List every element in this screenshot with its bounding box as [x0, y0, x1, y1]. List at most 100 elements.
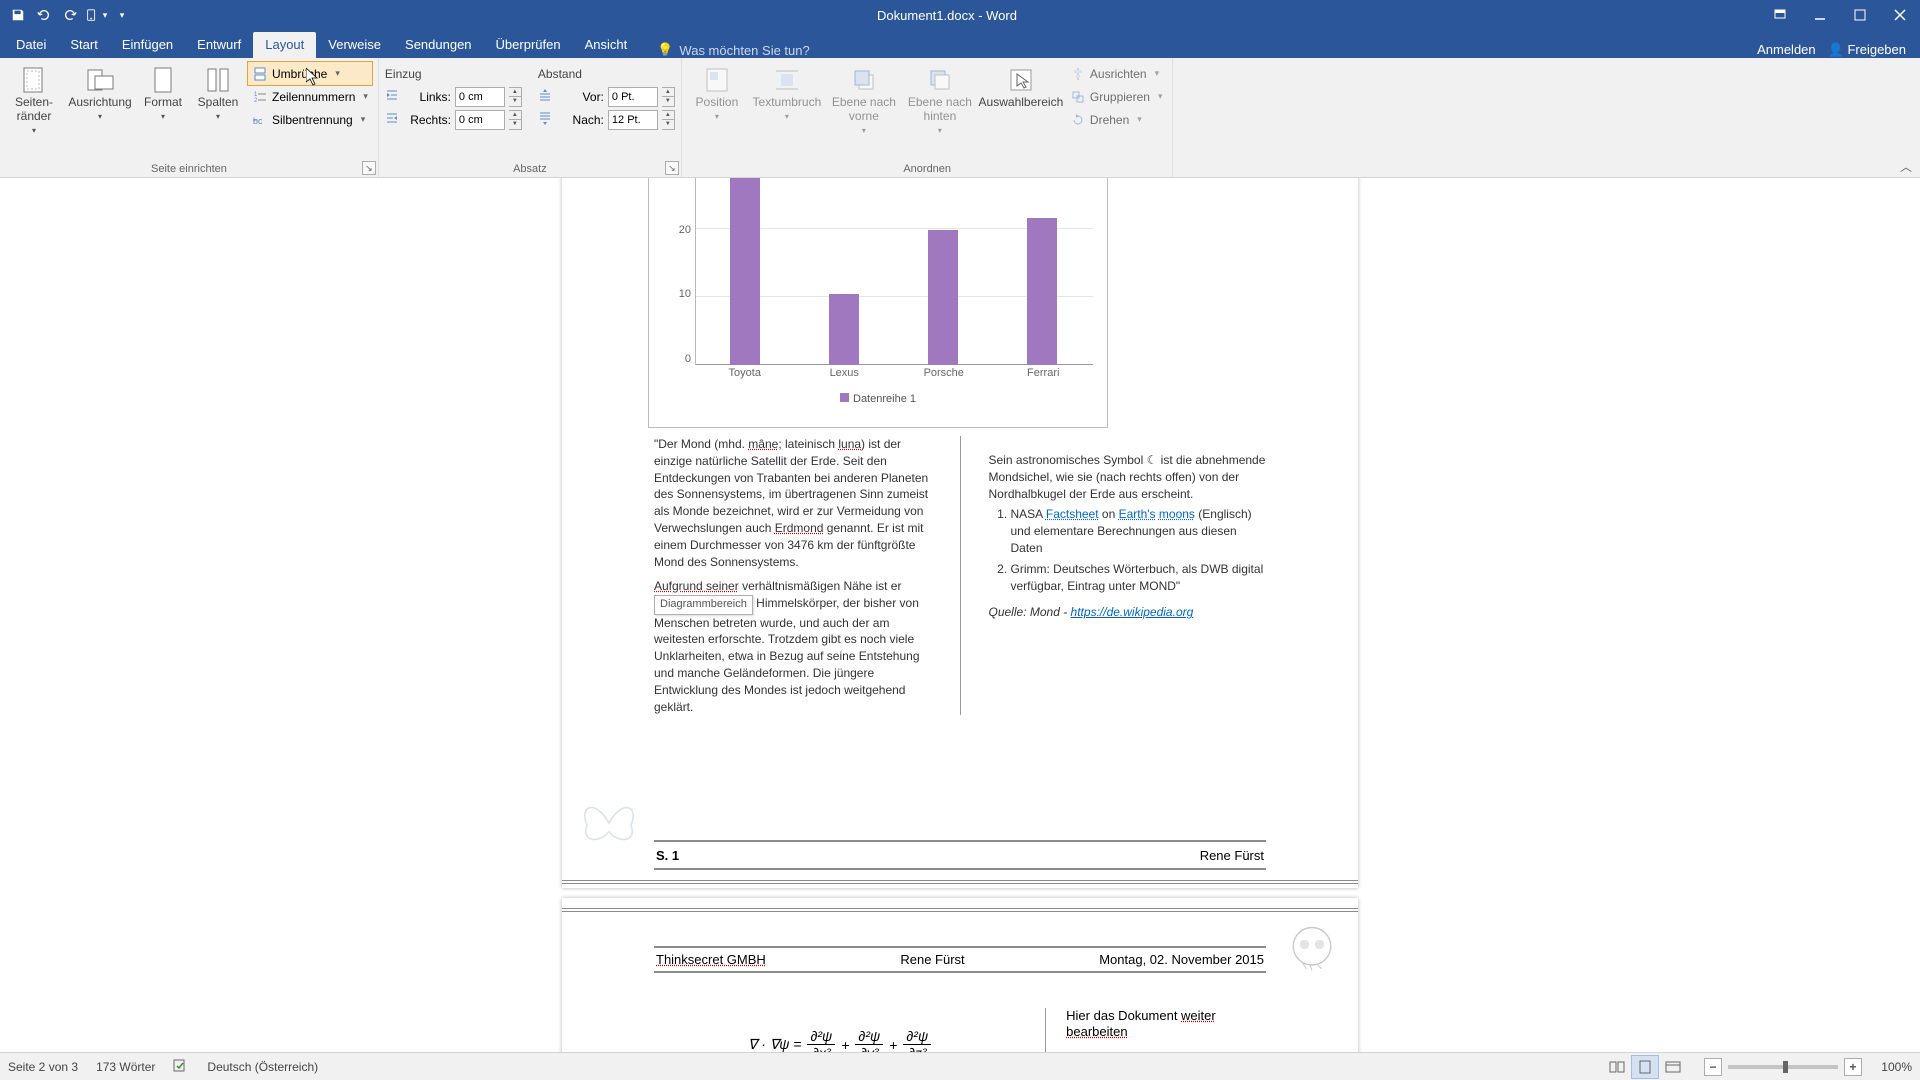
- svg-text:bc: bc: [253, 116, 263, 126]
- line-numbers-icon: 12: [252, 89, 268, 105]
- redo-icon[interactable]: [58, 3, 82, 27]
- status-language[interactable]: Deutsch (Österreich): [207, 1060, 318, 1074]
- selection-pane-button[interactable]: Auswahlbereich: [980, 62, 1062, 112]
- close-icon[interactable]: [1880, 0, 1920, 30]
- column-separator: [960, 436, 961, 715]
- tab-ueberpruefen[interactable]: Überprüfen: [484, 32, 573, 58]
- source-list[interactable]: NASA Factsheet on Earth's moons (Englisc…: [989, 506, 1267, 594]
- tab-ansicht[interactable]: Ansicht: [573, 32, 640, 58]
- equation-block[interactable]: ∇ · ∇ψ = ∂²ψ∂x² + ∂²ψ∂y² + ∂²ψ∂z² = 1 ≅r…: [654, 1008, 1025, 1052]
- document-canvas[interactable]: 30 20 10 0 Toyota Lexus Porsche: [0, 178, 1920, 1052]
- chart-bar: [730, 178, 760, 365]
- zoom-slider-track[interactable]: [1728, 1065, 1838, 1069]
- spinner-buttons[interactable]: ▲▼: [509, 87, 522, 107]
- chart-plot-area: 30 20 10 0 Toyota Lexus Porsche: [659, 178, 1097, 387]
- ribbon-display-icon[interactable]: [1760, 0, 1800, 30]
- zoom-out-button[interactable]: −: [1704, 1058, 1722, 1076]
- zoom-level[interactable]: 100%: [1868, 1060, 1912, 1074]
- print-layout-icon[interactable]: [1632, 1056, 1658, 1078]
- zoom-in-button[interactable]: +: [1844, 1058, 1862, 1076]
- wrap-text-button[interactable]: Textumbruch▾: [750, 62, 824, 123]
- line-numbers-button[interactable]: 12 Zeilennummern▾: [248, 85, 372, 108]
- tell-me-search[interactable]: 💡 Was möchten Sie tun?: [657, 42, 810, 58]
- spinner-buttons[interactable]: ▲▼: [662, 87, 675, 107]
- status-page[interactable]: Seite 2 von 3: [8, 1060, 78, 1074]
- maximize-icon[interactable]: [1840, 0, 1880, 30]
- undo-icon[interactable]: [32, 3, 56, 27]
- tab-layout[interactable]: Layout: [253, 32, 316, 58]
- page-setup-launcher[interactable]: ↘: [362, 161, 376, 175]
- read-mode-icon[interactable]: [1604, 1056, 1630, 1078]
- rotate-button[interactable]: Drehen▾: [1066, 108, 1167, 131]
- chart-bar: [1027, 218, 1057, 365]
- tab-einfuegen[interactable]: Einfügen: [110, 32, 185, 58]
- margins-button[interactable]: Seiten-ränder▾: [6, 62, 62, 137]
- indent-left-field[interactable]: Links: 0 cm ▲▼: [385, 85, 522, 108]
- web-layout-icon[interactable]: [1660, 1056, 1686, 1078]
- proofing-icon[interactable]: [173, 1058, 189, 1075]
- qat-customize-icon[interactable]: ▾: [110, 3, 134, 27]
- breaks-button[interactable]: Umbrüche▾: [248, 62, 372, 85]
- source-link[interactable]: https://de.wikipedia.org: [1071, 605, 1194, 619]
- spacing-after-field[interactable]: Nach: 12 Pt. ▲▼: [538, 108, 675, 131]
- align-icon: [1070, 66, 1086, 82]
- status-words[interactable]: 173 Wörter: [96, 1060, 155, 1074]
- chart-object[interactable]: 30 20 10 0 Toyota Lexus Porsche: [648, 178, 1108, 428]
- title-bar: ▾ ▾ Dokument1.docx - Word: [0, 0, 1920, 30]
- page2-sidebar[interactable]: Hier das Dokument weiter bearbeiten: [1066, 1008, 1266, 1052]
- tab-entwurf[interactable]: Entwurf: [185, 32, 253, 58]
- orientation-button[interactable]: Ausrichtung▾: [66, 62, 134, 123]
- spacing-after-icon: [538, 111, 552, 128]
- breaks-icon: [252, 66, 268, 82]
- chart-bar: [829, 294, 859, 365]
- paragraph-2[interactable]: Aufgrund seiner verhältnismäßigen Nähe i…: [654, 578, 932, 715]
- align-button[interactable]: Ausrichten▾: [1066, 62, 1167, 85]
- share-button[interactable]: 👤 Freigeben: [1828, 42, 1906, 58]
- rotate-icon: [1070, 112, 1086, 128]
- tab-datei[interactable]: Datei: [4, 32, 58, 58]
- bring-forward-icon: [847, 64, 881, 96]
- chart-y-axis: 30 20 10 0: [659, 178, 691, 365]
- col2-intro[interactable]: Sein astronomisches Symbol ☾ ist die abn…: [989, 452, 1267, 502]
- list-item: NASA Factsheet on Earth's moons (Englisc…: [1011, 506, 1267, 556]
- page-2: Thinksecret GMBH Rene Fürst Montag, 02. …: [562, 898, 1358, 1052]
- signin-link[interactable]: Anmelden: [1757, 42, 1816, 58]
- source-line[interactable]: Quelle: Mond - https://de.wikipedia.org: [989, 604, 1267, 621]
- window-title: Dokument1.docx - Word: [134, 8, 1760, 23]
- tab-start[interactable]: Start: [58, 32, 109, 58]
- paragraph-launcher[interactable]: ↘: [665, 161, 679, 175]
- chart-bars: [695, 178, 1093, 365]
- page-1: 30 20 10 0 Toyota Lexus Porsche: [562, 178, 1358, 888]
- page-footer: S. 1 Rene Fürst: [654, 840, 1266, 870]
- size-button[interactable]: Format▾: [138, 62, 188, 123]
- spinner-buttons[interactable]: ▲▼: [662, 110, 675, 130]
- group-button[interactable]: Gruppieren▾: [1066, 85, 1167, 108]
- bring-forward-button[interactable]: Ebene nach vorne▾: [828, 62, 900, 137]
- paragraph-1[interactable]: "Der Mond (mhd. mâne; lateinisch luna) i…: [654, 436, 932, 570]
- tab-sendungen[interactable]: Sendungen: [393, 32, 484, 58]
- butterfly-logo-icon: [574, 788, 644, 858]
- save-icon[interactable]: [6, 3, 30, 27]
- tab-verweise[interactable]: Verweise: [316, 32, 393, 58]
- spinner-buttons[interactable]: ▲▼: [509, 110, 522, 130]
- position-button[interactable]: Position▾: [688, 62, 746, 123]
- list-item: Grimm: Deutsches Wörterbuch, als DWB dig…: [1011, 561, 1267, 595]
- footer-author: Rene Fürst: [1200, 848, 1264, 863]
- svg-text:2: 2: [254, 98, 258, 104]
- indent-heading: Einzug: [385, 62, 522, 85]
- collapse-ribbon-icon[interactable]: ︿: [1900, 158, 1912, 175]
- page-header: Thinksecret GMBH Rene Fürst Montag, 02. …: [654, 946, 1266, 973]
- column-left[interactable]: "Der Mond (mhd. mâne; lateinisch luna) i…: [654, 436, 932, 715]
- columns-button[interactable]: Spalten▾: [192, 62, 244, 123]
- touch-mode-icon[interactable]: ▾: [84, 3, 108, 27]
- footer-page-num: S. 1: [656, 848, 679, 863]
- column-right[interactable]: Sein astronomisches Symbol ☾ ist die abn…: [989, 436, 1267, 715]
- hyphenation-button[interactable]: bc Silbentrennung▾: [248, 108, 372, 131]
- spacing-before-field[interactable]: Vor: 0 Pt. ▲▼: [538, 85, 675, 108]
- group-arrange: Position▾ Textumbruch▾ Ebene nach vorne▾…: [682, 58, 1174, 177]
- zoom-slider-thumb[interactable]: [1783, 1061, 1788, 1073]
- indent-right-field[interactable]: Rechts: 0 cm ▲▼: [385, 108, 522, 131]
- spacing-heading: Abstand: [538, 62, 675, 85]
- minimize-icon[interactable]: [1800, 0, 1840, 30]
- send-backward-button[interactable]: Ebene nach hinten▾: [904, 62, 976, 137]
